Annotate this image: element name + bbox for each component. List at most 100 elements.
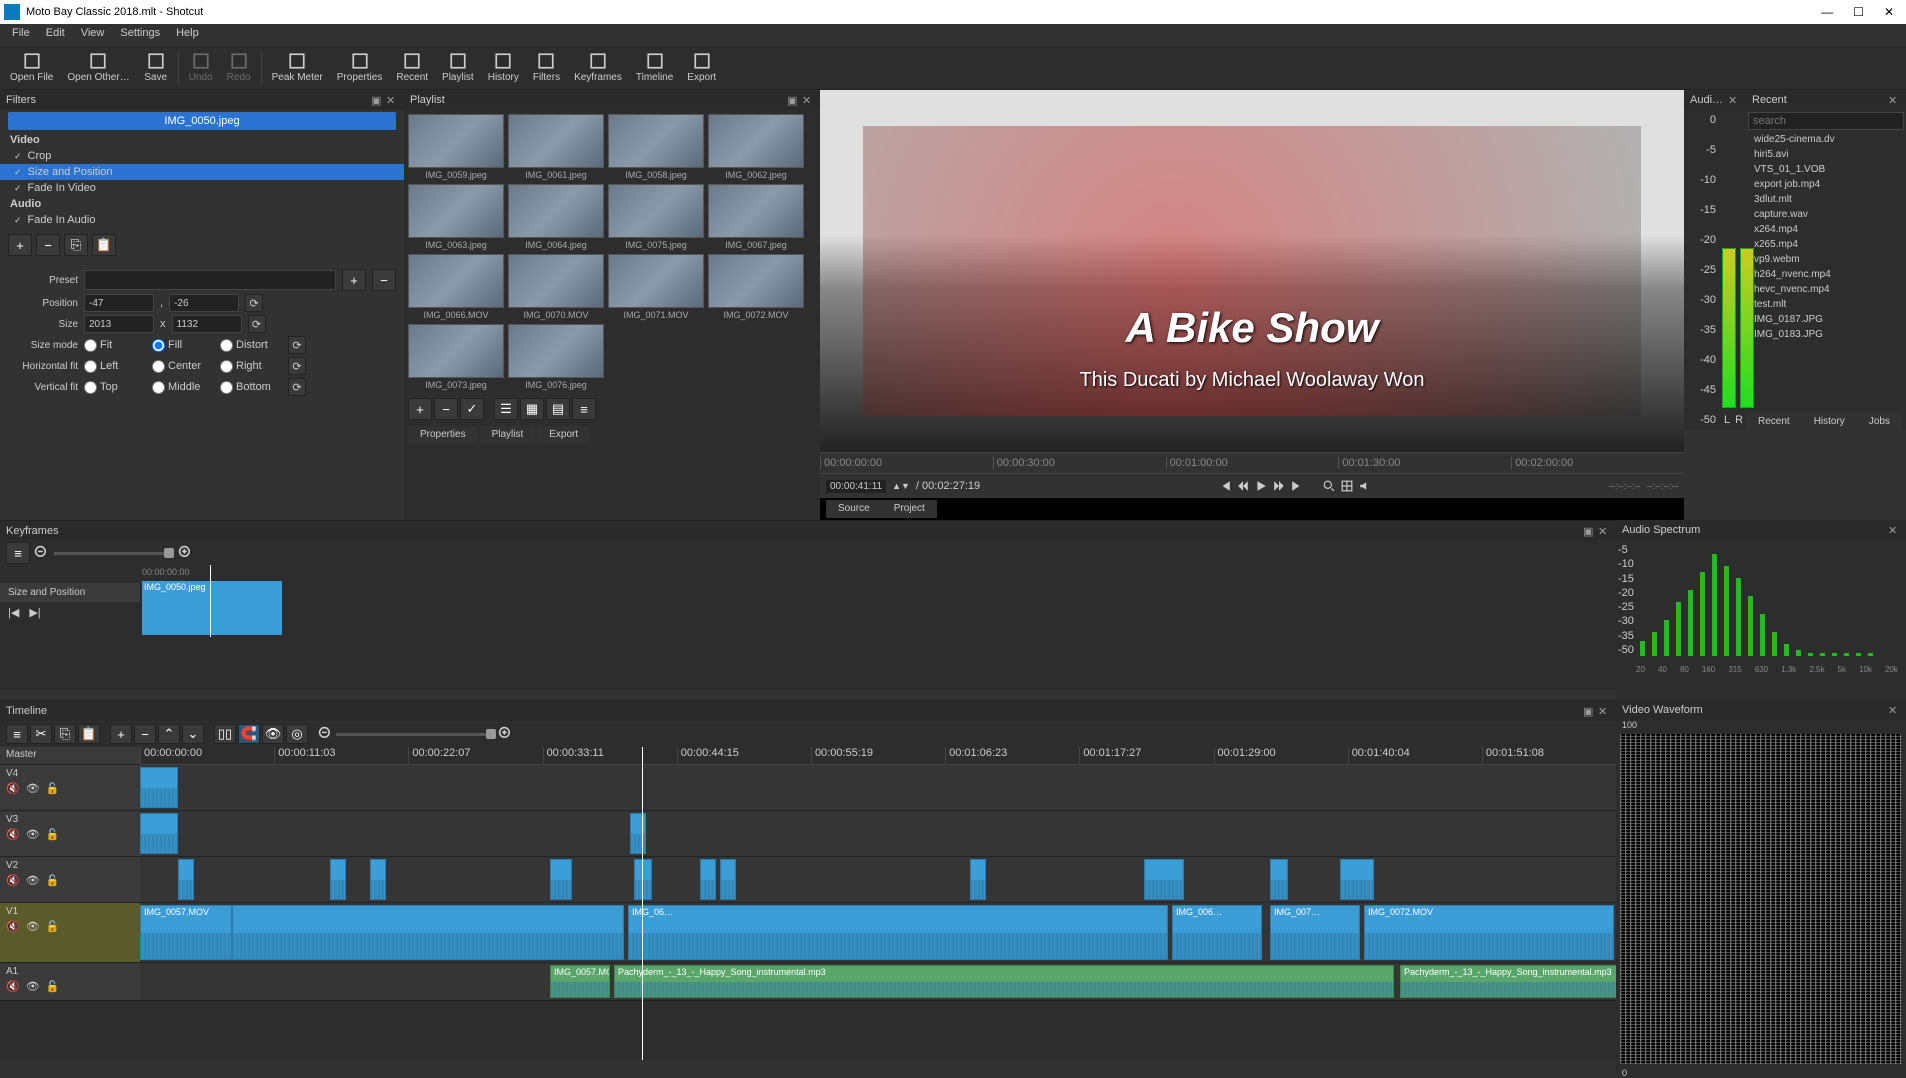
playlist-menu[interactable]: ≡	[572, 398, 596, 420]
recent-item[interactable]: x265.mp4	[1746, 237, 1906, 252]
track-row[interactable]	[140, 765, 1616, 811]
size-w[interactable]	[84, 315, 154, 333]
close-icon[interactable]: ✕	[1888, 94, 1900, 106]
snap-button[interactable]: 🧲	[238, 724, 260, 744]
timeline-clip[interactable]: IMG_0072.MOV	[1364, 905, 1614, 960]
position-reset[interactable]: ⟳	[245, 294, 263, 312]
recent-item[interactable]: vp9.webm	[1746, 252, 1906, 267]
lift-button[interactable]: ⌃	[158, 724, 180, 744]
window-close[interactable]: ✕	[1884, 5, 1894, 19]
track-row[interactable]	[140, 857, 1616, 903]
eye-icon[interactable]: 👁	[26, 920, 40, 933]
ripple-button[interactable]: ◎	[286, 724, 308, 744]
position-y[interactable]	[169, 294, 239, 312]
tab-project[interactable]: Project	[882, 500, 937, 518]
copy-button[interactable]: ⎘	[54, 724, 76, 744]
recent-item[interactable]: VTS_01_1.VOB	[1746, 162, 1906, 177]
track-row[interactable]	[140, 811, 1616, 857]
grid-icon[interactable]	[1341, 480, 1353, 492]
playlist-thumb[interactable]: IMG_0061.jpeg	[508, 114, 604, 180]
paste-button[interactable]: 📋	[78, 724, 100, 744]
recent-item[interactable]: IMG_0183.JPG	[1746, 327, 1906, 342]
timeline-clip[interactable]: Pachyderm_-_13_-_Happy_Song_instrumental…	[1400, 965, 1616, 998]
recent-item[interactable]: test.mlt	[1746, 297, 1906, 312]
playlist-check[interactable]: ✓	[460, 398, 484, 420]
filter-item[interactable]: ✓Fade In Audio	[0, 212, 404, 228]
append-button[interactable]: +	[110, 724, 132, 744]
timeline-clip[interactable]	[178, 859, 194, 900]
sizemode-reset[interactable]: ⟳	[288, 336, 306, 354]
toolbar-peak[interactable]: Peak Meter	[266, 50, 329, 85]
lock-icon[interactable]: 🔓	[46, 874, 60, 887]
menu-file[interactable]: File	[6, 24, 36, 46]
timeline-clip[interactable]	[140, 813, 178, 854]
lock-icon[interactable]: 🔓	[46, 980, 60, 993]
zoom-out-icon[interactable]	[34, 545, 50, 561]
toolbar-open-other[interactable]: Open Other…	[61, 50, 135, 85]
tl-zoom-slider[interactable]	[336, 733, 496, 736]
skip-end-icon[interactable]	[1291, 480, 1303, 492]
mute-icon[interactable]: 🔇	[6, 980, 20, 993]
undock-icon[interactable]: ▣	[371, 94, 383, 106]
timeline-clip[interactable]: IMG_0057.MOV	[140, 905, 232, 960]
timeline-clip[interactable]	[140, 767, 178, 808]
kf-menu[interactable]: ≡	[6, 542, 30, 564]
recent-item[interactable]: wide25-cinema.dv	[1746, 132, 1906, 147]
add-filter-button[interactable]: +	[8, 234, 32, 256]
playlist-thumb[interactable]: IMG_0071.MOV	[608, 254, 704, 320]
toolbar-filters[interactable]: Filters	[527, 50, 566, 85]
kf-zoom-slider[interactable]	[54, 552, 174, 555]
track-header[interactable]: V4🔇👁🔓	[0, 765, 140, 811]
toolbar-history[interactable]: History	[482, 50, 525, 85]
timeline-clip[interactable]: IMG_06…	[628, 905, 1168, 960]
mute-icon[interactable]: 🔇	[6, 828, 20, 841]
timeline-clip[interactable]	[634, 859, 652, 900]
playlist-thumb[interactable]: IMG_0062.jpeg	[708, 114, 804, 180]
timeline-clip[interactable]	[330, 859, 346, 900]
toolbar-export[interactable]: Export	[681, 50, 722, 85]
toolbar-undo[interactable]: Undo	[183, 50, 219, 85]
timeline-clip[interactable]	[700, 859, 716, 900]
timeline-clip[interactable]: Pachyderm_-_13_-_Happy_Song_instrumental…	[614, 965, 1394, 998]
scrub-button[interactable]: 👁	[262, 724, 284, 744]
hfit-reset[interactable]: ⟳	[288, 357, 306, 375]
volume-icon[interactable]	[1359, 480, 1371, 492]
toolbar-open[interactable]: Open File	[4, 50, 59, 85]
fastfwd-icon[interactable]	[1273, 480, 1285, 492]
track-header[interactable]: V3🔇👁🔓	[0, 811, 140, 857]
tab-history[interactable]: History	[1802, 413, 1857, 430]
rewind-icon[interactable]	[1237, 480, 1249, 492]
view-list[interactable]: ☰	[494, 398, 518, 420]
playlist-thumb[interactable]: IMG_0059.jpeg	[408, 114, 504, 180]
eye-icon[interactable]: 👁	[26, 874, 40, 887]
tl-menu[interactable]: ≡	[6, 724, 28, 744]
playlist-remove[interactable]: −	[434, 398, 458, 420]
tab-export[interactable]: Export	[537, 426, 590, 443]
recent-item[interactable]: 3dlut.mlt	[1746, 192, 1906, 207]
track-row[interactable]: IMG_0057.MOPachyderm_-_13_-_Happy_Song_i…	[140, 963, 1616, 1001]
playlist-thumb[interactable]: IMG_0063.jpeg	[408, 184, 504, 250]
window-minimize[interactable]: —	[1821, 5, 1833, 19]
view-detail[interactable]: ▤	[546, 398, 570, 420]
size-h[interactable]	[172, 315, 242, 333]
close-icon[interactable]: ✕	[1888, 704, 1900, 716]
copy-filter-button[interactable]: ⎘	[64, 234, 88, 256]
size-reset[interactable]: ⟳	[248, 315, 266, 333]
tab-recent[interactable]: Recent	[1746, 413, 1802, 430]
zoom-icon[interactable]	[1323, 480, 1335, 492]
timeline-clip[interactable]	[370, 859, 386, 900]
lock-icon[interactable]: 🔓	[46, 828, 60, 841]
remove-button[interactable]: −	[134, 724, 156, 744]
tab-source[interactable]: Source	[826, 500, 882, 518]
eye-icon[interactable]: 👁	[26, 782, 40, 795]
vfit-reset[interactable]: ⟳	[288, 378, 306, 396]
toolbar-recent[interactable]: Recent	[390, 50, 434, 85]
position-x[interactable]	[84, 294, 154, 312]
timeline-clip[interactable]: IMG_0057.MO	[550, 965, 610, 998]
preview-ruler[interactable]: 00:00:00:0000:00:30:0000:01:00:0000:01:3…	[820, 452, 1684, 474]
track-header[interactable]: V1🔇👁🔓	[0, 903, 140, 963]
cut-button[interactable]: ✂	[30, 724, 52, 744]
hfit-center[interactable]	[152, 360, 165, 373]
timeline-clip[interactable]	[630, 813, 646, 854]
vfit-bottom[interactable]	[220, 381, 233, 394]
